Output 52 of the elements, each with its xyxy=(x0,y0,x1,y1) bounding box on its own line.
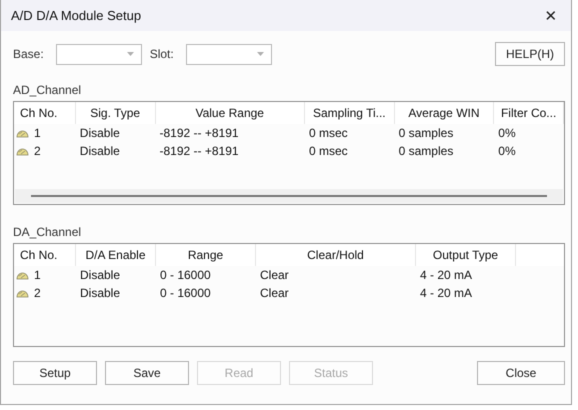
column-header[interactable]: Ch No. xyxy=(14,102,76,124)
column-header[interactable]: Output Type xyxy=(416,244,516,266)
table-cell: 2 xyxy=(34,286,41,300)
column-header[interactable]: Sig. Type xyxy=(76,102,156,124)
dialog-button[interactable]: Close xyxy=(477,361,565,385)
channel-icon xyxy=(16,270,29,280)
table-cell-text: Disable xyxy=(78,126,121,140)
table-cell-text: 0 msec xyxy=(308,144,349,158)
selector-label: Slot: xyxy=(150,47,174,61)
table-cell: 2 xyxy=(34,144,41,158)
channel-icon xyxy=(16,128,29,138)
table-cell-text: -8192 -- +8191 xyxy=(158,126,240,140)
table-cell: 1 xyxy=(34,268,41,282)
table-cell-text: 4 - 20 mA xyxy=(419,268,474,282)
dropdown-field[interactable] xyxy=(56,44,142,64)
column-header[interactable]: Sampling Ti... xyxy=(304,102,395,124)
table-cell-text: Clear xyxy=(259,286,290,300)
table-cell-text: 0 samples xyxy=(398,144,454,158)
window-title: A/D D/A Module Setup xyxy=(11,8,142,23)
channel-icon xyxy=(16,288,29,298)
scroll-bar[interactable] xyxy=(15,189,563,203)
table-cell-text: 0% xyxy=(497,144,517,158)
column-header[interactable]: Clear/Hold xyxy=(256,244,416,266)
table-cell-text: -8192 -- +8191 xyxy=(158,144,240,158)
table-cell-text: 0 - 16000 xyxy=(159,268,212,282)
caret-icon xyxy=(256,52,264,56)
dialog-button[interactable]: Setup xyxy=(13,361,97,385)
column-header[interactable]: D/A Enable xyxy=(76,244,156,266)
table-cell-text: 0 msec xyxy=(308,126,349,140)
table-cell-text: Disable xyxy=(79,286,122,300)
dropdown-field[interactable] xyxy=(186,44,272,64)
table-cell-text: Clear xyxy=(259,268,290,282)
column-header[interactable]: Average WIN xyxy=(394,102,494,124)
caret-icon xyxy=(126,52,134,56)
table-cell-text: 4 - 20 mA xyxy=(419,286,474,300)
table-cell-text: Disable xyxy=(79,268,122,282)
column-header[interactable]: Value Range xyxy=(156,102,305,124)
table-cell: 1 xyxy=(34,126,41,140)
dialog-button[interactable]: Save xyxy=(105,361,189,385)
help-button[interactable]: HELP(H) xyxy=(495,42,565,66)
table-cell-text: 0 - 16000 xyxy=(159,286,212,300)
column-header[interactable]: Ch No. xyxy=(14,244,76,266)
table-cell-text: Disable xyxy=(78,144,121,158)
column-header[interactable]: Filter Co... xyxy=(494,102,564,124)
channel-icon xyxy=(16,146,29,156)
table-cell-text: 0 samples xyxy=(398,126,454,140)
column-header[interactable]: Range xyxy=(156,244,256,266)
section-title: DA_Channel xyxy=(13,225,82,239)
section-title: AD_Channel xyxy=(13,83,82,97)
table-cell-text: 0% xyxy=(497,126,517,140)
close-button[interactable]: ✕ xyxy=(531,0,571,31)
selector-label: Base: xyxy=(13,47,44,61)
